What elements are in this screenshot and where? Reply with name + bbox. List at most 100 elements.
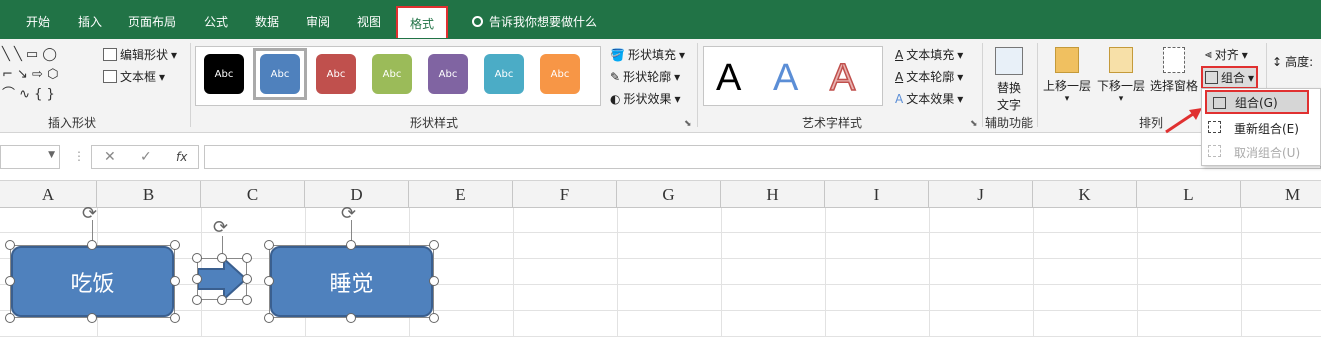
regroup-icon bbox=[1208, 121, 1221, 133]
chevron-down-icon: ▾ bbox=[1241, 47, 1248, 62]
menu-item-group[interactable]: 组合(G) bbox=[1205, 90, 1309, 114]
rotate-handle-icon[interactable]: ⟳ bbox=[82, 203, 97, 224]
formula-bar-splitter[interactable]: ⋮ bbox=[73, 149, 85, 163]
edit-shape-button[interactable]: 编辑形状 ▾ bbox=[103, 46, 177, 63]
resize-handle[interactable] bbox=[5, 313, 15, 323]
arrow-shape[interactable] bbox=[198, 259, 246, 299]
resize-handle[interactable] bbox=[242, 274, 252, 284]
tell-me-box[interactable]: 告诉我你想要做什么 bbox=[472, 13, 597, 30]
tab-page-layout[interactable]: 页面布局 bbox=[128, 13, 176, 30]
resize-handle[interactable] bbox=[346, 313, 356, 323]
shape-style-cyan[interactable]: Abc bbox=[484, 54, 524, 94]
wordart-style-black[interactable]: A bbox=[716, 57, 741, 100]
wordart-style-red-outline[interactable]: A bbox=[829, 56, 856, 100]
column-header-j[interactable]: J bbox=[929, 181, 1033, 208]
resize-handle[interactable] bbox=[170, 240, 180, 250]
resize-handle[interactable] bbox=[429, 240, 439, 250]
text-box-button[interactable]: 文本框 ▾ bbox=[103, 68, 165, 85]
resize-handle[interactable] bbox=[170, 276, 180, 286]
shape-fill-button[interactable]: 🪣 形状填充 ▾ bbox=[610, 46, 685, 63]
height-icon: ↕ bbox=[1272, 54, 1283, 69]
column-header-b[interactable]: B bbox=[97, 181, 201, 208]
column-header-h[interactable]: H bbox=[721, 181, 825, 208]
tab-formulas[interactable]: 公式 bbox=[204, 13, 228, 30]
bring-forward-button[interactable]: 上移一层 ▾ bbox=[1042, 47, 1092, 104]
column-header-d[interactable]: D bbox=[305, 181, 409, 208]
column-header-c[interactable]: C bbox=[201, 181, 305, 208]
resize-handle[interactable] bbox=[5, 240, 15, 250]
text-effects-button[interactable]: A 文本效果 ▾ bbox=[895, 90, 963, 107]
resize-handle[interactable] bbox=[264, 313, 274, 323]
resize-handle[interactable] bbox=[346, 240, 356, 250]
resize-handle[interactable] bbox=[170, 313, 180, 323]
column-header-g[interactable]: G bbox=[617, 181, 721, 208]
column-header-k[interactable]: K bbox=[1033, 181, 1137, 208]
tab-format[interactable]: 格式 bbox=[396, 6, 449, 38]
text-fill-icon: A bbox=[895, 47, 904, 62]
alt-text-button[interactable]: 替换 文字 bbox=[992, 47, 1026, 113]
align-button[interactable]: ⫷ 对齐 ▾ bbox=[1205, 46, 1248, 63]
shape-style-red[interactable]: Abc bbox=[316, 54, 356, 94]
shape-outline-button[interactable]: ✎ 形状轮廓 ▾ bbox=[610, 68, 680, 85]
pen-icon: ✎ bbox=[610, 69, 621, 84]
shape-sleep[interactable]: 睡觉 bbox=[270, 246, 433, 317]
rotate-handle-icon[interactable]: ⟳ bbox=[341, 203, 356, 224]
resize-handle[interactable] bbox=[429, 276, 439, 286]
group-button[interactable]: 组合 ▾ bbox=[1201, 66, 1259, 89]
tab-view[interactable]: 视图 bbox=[357, 13, 381, 30]
selection-pane-icon bbox=[1163, 47, 1185, 73]
rotate-handle-icon[interactable]: ⟳ bbox=[213, 217, 228, 238]
resize-handle[interactable] bbox=[242, 295, 252, 305]
shape-style-orange[interactable]: Abc bbox=[540, 54, 580, 94]
menu-item-ungroup[interactable]: 取消组合(U) bbox=[1202, 140, 1321, 164]
shape-effects-button[interactable]: ◐ 形状效果 ▾ bbox=[610, 90, 681, 107]
text-outline-button[interactable]: A 文本轮廓 ▾ bbox=[895, 68, 963, 85]
chevron-down-icon[interactable]: ▼ bbox=[48, 150, 55, 160]
formula-input[interactable] bbox=[204, 145, 1321, 169]
resize-handle[interactable] bbox=[264, 240, 274, 250]
tab-review[interactable]: 审阅 bbox=[306, 13, 330, 30]
column-header-e[interactable]: E bbox=[409, 181, 513, 208]
name-box[interactable]: ▼ bbox=[0, 145, 60, 169]
selection-pane-button[interactable]: 选择窗格 bbox=[1148, 47, 1200, 94]
dialog-launcher-icon[interactable]: ⬊ bbox=[970, 119, 978, 129]
resize-handle[interactable] bbox=[217, 253, 227, 263]
resize-handle[interactable] bbox=[217, 295, 227, 305]
dialog-launcher-icon[interactable]: ⬊ bbox=[684, 119, 692, 129]
resize-handle[interactable] bbox=[192, 295, 202, 305]
tab-insert[interactable]: 插入 bbox=[78, 13, 102, 30]
resize-handle[interactable] bbox=[242, 253, 252, 263]
ungroup-icon bbox=[1208, 145, 1221, 157]
shape-style-purple[interactable]: Abc bbox=[428, 54, 468, 94]
text-fill-button[interactable]: A 文本填充 ▾ bbox=[895, 46, 963, 63]
resize-handle[interactable] bbox=[429, 313, 439, 323]
resize-handle[interactable] bbox=[264, 276, 274, 286]
divider bbox=[697, 43, 698, 127]
shape-row-curves-icon: ⌒ ∿ { } bbox=[2, 87, 55, 102]
resize-handle[interactable] bbox=[87, 313, 97, 323]
shape-style-black[interactable]: Abc bbox=[204, 54, 244, 94]
tab-home[interactable]: 开始 bbox=[26, 13, 50, 30]
menu-item-regroup[interactable]: 重新组合(E) bbox=[1202, 116, 1321, 140]
shape-height-field[interactable]: ↕ 高度: bbox=[1272, 53, 1313, 70]
resize-handle[interactable] bbox=[5, 276, 15, 286]
insert-function-icon[interactable]: fx bbox=[176, 150, 187, 164]
shape-eat[interactable]: 吃饭 bbox=[11, 246, 174, 317]
column-header-f[interactable]: F bbox=[513, 181, 617, 208]
wordart-style-blue[interactable]: A bbox=[773, 57, 798, 100]
search-icon bbox=[472, 16, 483, 27]
bring-forward-icon bbox=[1055, 47, 1079, 73]
column-header-m[interactable]: M bbox=[1241, 181, 1321, 208]
send-backward-button[interactable]: 下移一层 ▾ bbox=[1096, 47, 1146, 104]
column-header-l[interactable]: L bbox=[1137, 181, 1241, 208]
enter-icon[interactable]: ✓ bbox=[140, 149, 152, 165]
shape-gallery[interactable]: ╲ ╲ ▭ ◯ ⌐ ↘ ⇨ ⬡ ⌒ ∿ { } bbox=[2, 45, 92, 105]
tab-data[interactable]: 数据 bbox=[255, 13, 279, 30]
shape-style-blue[interactable]: Abc bbox=[260, 54, 300, 94]
resize-handle[interactable] bbox=[192, 274, 202, 284]
column-header-i[interactable]: I bbox=[825, 181, 929, 208]
resize-handle[interactable] bbox=[87, 240, 97, 250]
resize-handle[interactable] bbox=[192, 253, 202, 263]
cancel-icon[interactable]: ✕ bbox=[104, 149, 116, 165]
shape-style-green[interactable]: Abc bbox=[372, 54, 412, 94]
